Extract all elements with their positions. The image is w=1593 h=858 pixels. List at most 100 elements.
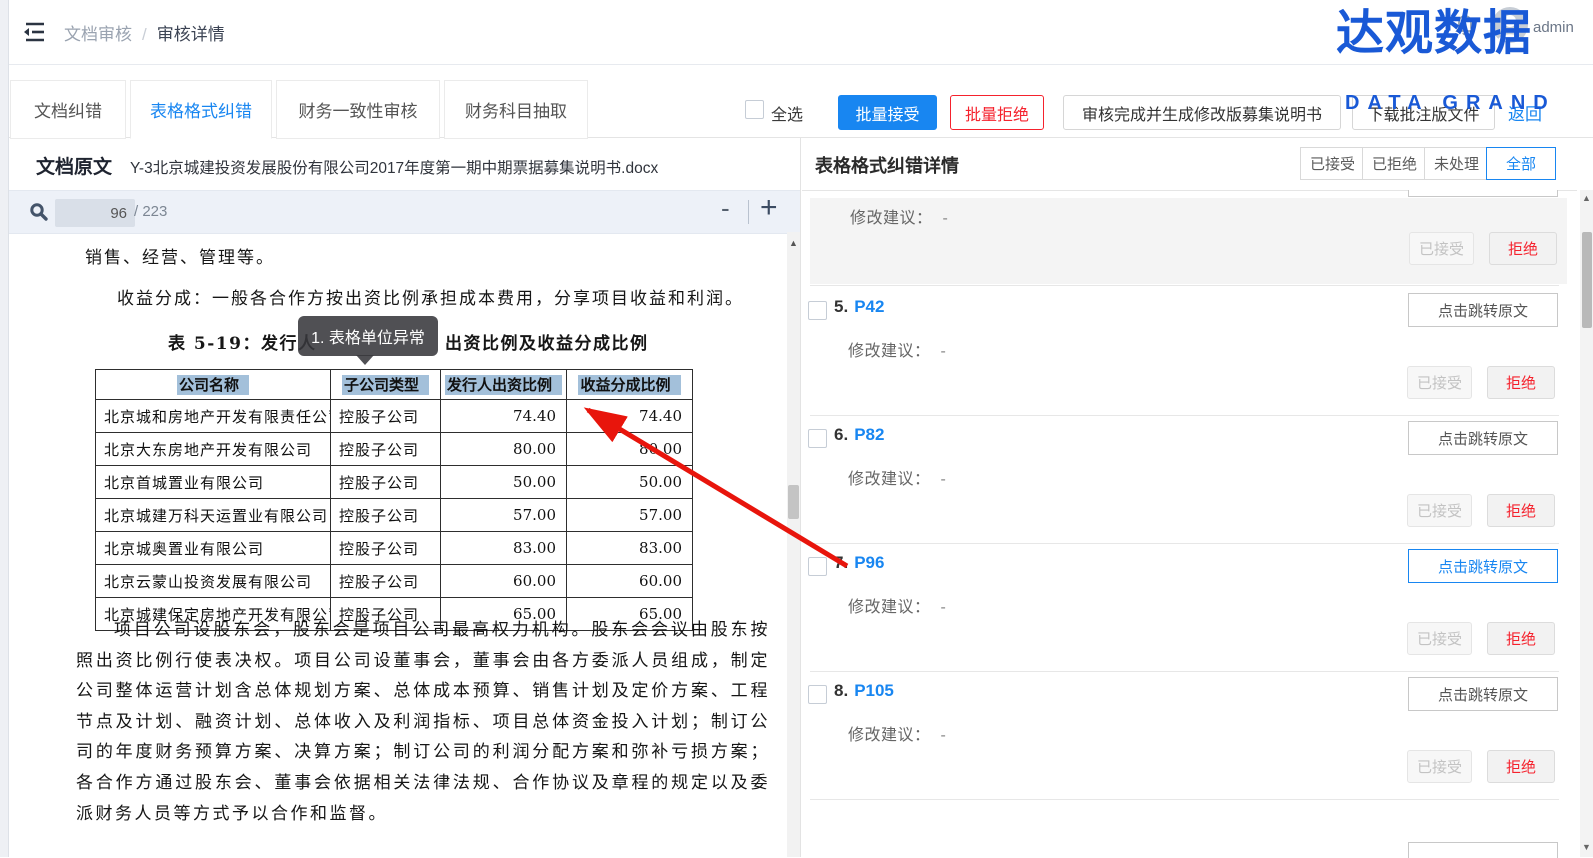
suggestion-label: 修改建议：: [850, 210, 933, 227]
table-row: 北京城建万科天运置业有限公司 控股子公司 57.00 57.00: [96, 499, 693, 532]
cell-company: 北京首城置业有限公司: [96, 466, 331, 499]
item-page-link[interactable]: P82: [854, 425, 884, 444]
item-page-link[interactable]: P42: [854, 297, 884, 316]
table-caption-right: 出资比例及收益分成比例: [445, 329, 649, 354]
filter-accepted[interactable]: 已接受: [1300, 147, 1365, 180]
accepted-button[interactable]: 已接受: [1407, 622, 1472, 655]
select-all-label: 全选: [771, 101, 803, 125]
table-header-cell: 收益分成比例: [567, 370, 693, 400]
filter-pending[interactable]: 未处理: [1424, 147, 1489, 180]
doc-paragraph: 销售、经营、管理等。: [85, 243, 275, 268]
select-all-checkbox[interactable]: [745, 100, 764, 119]
item-checkbox[interactable]: [808, 557, 827, 576]
collapse-menu-icon[interactable]: [20, 18, 48, 46]
zoom-in-button[interactable]: +: [760, 191, 778, 225]
cell-type: 控股子公司: [331, 466, 441, 499]
suggestion-row: 修改建议：-: [848, 721, 946, 745]
table-row: 北京大东房地产开发有限公司 控股子公司 80.00 80.00: [96, 433, 693, 466]
correction-detail-panel: 表格格式纠错详情 已接受 已拒绝 未处理 全部 修改建议：- 已接受 拒绝 5.…: [802, 137, 1577, 857]
batch-accept-button[interactable]: 批量接受: [838, 95, 937, 130]
issuer-ratio-table: 公司名称 子公司类型 发行人出资比例 收益分成比例 北京城和房地产开发有限责任公…: [95, 369, 693, 631]
accepted-button[interactable]: 已接受: [1409, 232, 1474, 265]
item-checkbox[interactable]: [808, 301, 827, 320]
jump-button-clipped[interactable]: [1408, 190, 1558, 197]
page-toolbar: / 223 - +: [8, 190, 800, 234]
page-total-label: / 223: [134, 203, 167, 220]
item-page-link[interactable]: P96: [854, 553, 884, 572]
accepted-button[interactable]: 已接受: [1407, 366, 1472, 399]
divider: [810, 415, 1559, 416]
collapse-menu-icon-svg: [20, 18, 48, 46]
header-company-name: 公司名称: [177, 375, 249, 395]
table-row: 北京首城置业有限公司 控股子公司 50.00 50.00: [96, 466, 693, 499]
item-number: 6.: [834, 425, 848, 444]
cell-ratio: 80.00: [567, 433, 693, 466]
scrollbar-up-arrow-icon[interactable]: ▲: [1582, 193, 1591, 203]
table-row: 北京城奥置业有限公司 控股子公司 83.00 83.00: [96, 532, 693, 565]
page-number-input[interactable]: [55, 199, 135, 227]
jump-to-source-button[interactable]: 点击跳转原文: [1408, 293, 1558, 327]
tab-table-format-correction[interactable]: 表格格式纠错: [130, 80, 272, 139]
jump-to-source-button[interactable]: 点击跳转原文: [1408, 421, 1558, 455]
issue-item-active: 7.P96 点击跳转原文 修改建议：- 已接受 拒绝: [802, 548, 1577, 675]
cell-type: 控股子公司: [331, 400, 441, 433]
breadcrumb-doc-review[interactable]: 文档审核: [64, 25, 132, 44]
cell-ratio: 57.00: [441, 499, 567, 532]
reject-button[interactable]: 拒绝: [1487, 366, 1555, 399]
reject-button[interactable]: 拒绝: [1487, 494, 1555, 527]
finish-generate-button[interactable]: 审核完成并生成修改版募集说明书: [1063, 95, 1341, 130]
cell-ratio: 80.00: [441, 433, 567, 466]
tooltip-caret: [356, 355, 374, 365]
filter-all[interactable]: 全部: [1486, 147, 1556, 180]
suggestion-label: 修改建议：: [848, 343, 931, 360]
cell-company: 北京云蒙山投资发展有限公司: [96, 565, 331, 598]
document-scrollbar-thumb[interactable]: [788, 485, 799, 519]
item-page-link[interactable]: P105: [854, 681, 894, 700]
table-header-cell: 发行人出资比例: [441, 370, 567, 400]
accepted-button[interactable]: 已接受: [1407, 750, 1472, 783]
reject-button[interactable]: 拒绝: [1487, 750, 1555, 783]
username-label[interactable]: admin: [1533, 19, 1574, 36]
divider: [810, 543, 1559, 544]
issue-item-partial: 修改建议：- 已接受 拒绝: [810, 198, 1567, 284]
cell-ratio: 83.00: [441, 532, 567, 565]
issue-item: 5. P42 点击跳转原文 修改建议：- 已接受 拒绝: [802, 292, 1577, 419]
accepted-button[interactable]: 已接受: [1407, 494, 1472, 527]
tab-doc-correction[interactable]: 文档纠错: [10, 80, 126, 139]
scrollbar-down-arrow-icon[interactable]: ▼: [1582, 842, 1591, 852]
divider: [810, 285, 1559, 286]
search-icon[interactable]: [28, 201, 50, 228]
item-checkbox[interactable]: [808, 685, 827, 704]
cell-type: 控股子公司: [331, 433, 441, 466]
item-checkbox[interactable]: [808, 429, 827, 448]
jump-to-source-button[interactable]: 点击跳转原文: [1408, 677, 1558, 711]
datagrand-logo-cn: 达观数据: [1336, 8, 1532, 61]
table-header-row: 公司名称 子公司类型 发行人出资比例 收益分成比例: [96, 370, 693, 400]
list-scrollbar-thumb[interactable]: [1582, 232, 1592, 328]
left-edge-strip: [0, 0, 9, 857]
cell-ratio: 60.00: [441, 565, 567, 598]
reject-button[interactable]: 拒绝: [1489, 232, 1557, 265]
header-profit-ratio: 收益分成比例: [578, 375, 680, 395]
filter-rejected[interactable]: 已拒绝: [1362, 147, 1427, 180]
jump-to-source-button-active[interactable]: 点击跳转原文: [1408, 549, 1558, 583]
document-panel: 文档原文 Y-3北京城建投资发展股份有限公司2017年度第一期中期票据募集说明书…: [8, 137, 800, 857]
suggestion-value: -: [943, 210, 949, 227]
item-title: 7.P96: [834, 553, 884, 573]
cell-ratio: 50.00: [441, 466, 567, 499]
item-number: 8.: [834, 681, 848, 700]
panel-divider: [800, 137, 801, 857]
suggestion-label: 修改建议：: [848, 727, 931, 744]
document-filename: Y-3北京城建投资发展股份有限公司2017年度第一期中期票据募集说明书.docx: [130, 156, 658, 178]
zoom-out-button[interactable]: -: [721, 193, 730, 224]
doc-paragraph: 项目公司设股东会，股东会是项目公司最高权力机构。股东会会议由股东按照出资比例行使…: [76, 615, 770, 829]
reject-button[interactable]: 拒绝: [1487, 622, 1555, 655]
document-scrollbar[interactable]: [787, 232, 800, 857]
suggestion-row: 修改建议：-: [848, 337, 946, 361]
tab-financial-consistency[interactable]: 财务一致性审核: [276, 80, 440, 139]
scrollbar-up-arrow-icon[interactable]: ▲: [789, 238, 798, 248]
tab-financial-subject-extraction[interactable]: 财务科目抽取: [444, 80, 588, 139]
batch-reject-button[interactable]: 批量拒绝: [950, 95, 1044, 130]
item-number: 5.: [834, 297, 848, 316]
jump-button-clipped[interactable]: [1408, 842, 1558, 858]
